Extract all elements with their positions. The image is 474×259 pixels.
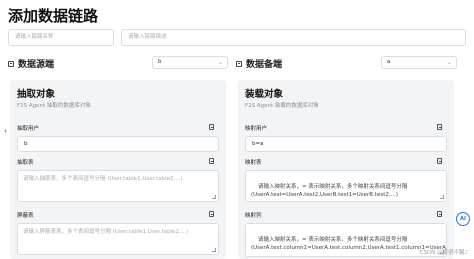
edit-icon[interactable] [209, 124, 214, 130]
map-column-textarea[interactable]: 请输入映射关系，= 表示映射关系，多个映射关系间逗号分隔 (UserA.test… [245, 223, 447, 257]
resize-handle[interactable] [212, 195, 216, 199]
target-panel: 装载对象 F2S Agent 装载的数据库对象 映射用户 b=a 映射表 请输入… [238, 80, 454, 259]
exclude-table-placeholder: 请输入屏蔽表表，多个表间逗号分隔 (User.table1,User.table… [23, 229, 189, 235]
map-table-text: 请输入映射关系，= 表示映射关系，多个映射关系间逗号分隔 (UserA.test… [251, 184, 408, 198]
source-panel: 抽取对象 F2S Agent 抽取的数据库对象 抽取用户 b 抽取表 请输入抽取… [10, 80, 226, 259]
edit-icon[interactable] [437, 124, 442, 130]
exclude-table-label: 屏蔽表 [17, 213, 34, 219]
target-select-value: a [387, 59, 391, 65]
map-column-text: 请输入映射关系，= 表示映射关系，多个映射关系间逗号分隔 (UserA.test… [251, 237, 446, 251]
link-desc-input[interactable]: 请输入链路描述 [121, 29, 466, 46]
extract-table-textarea[interactable]: 请输入抽取表，多个表间逗号分隔 (User.table1,User.table2… [17, 170, 219, 202]
source-select-value: b [158, 59, 162, 65]
source-panel-title: 抽取对象 [17, 89, 56, 100]
target-heading: 数据备端 [246, 60, 283, 70]
target-panel-subtitle: F2S Agent 装载的数据库对象 [245, 103, 319, 109]
edit-icon[interactable] [209, 158, 214, 164]
extract-user-label: 抽取用户 [17, 126, 40, 132]
exclude-table-textarea[interactable]: 请输入屏蔽表表，多个表间逗号分隔 (User.table1,User.table… [17, 223, 219, 255]
extract-user-input[interactable]: b [17, 136, 219, 152]
edit-icon[interactable] [437, 158, 442, 164]
square-icon [236, 60, 242, 67]
chevron-down-icon: ⌄ [217, 59, 223, 66]
source-heading: 数据源端 [18, 60, 55, 70]
source-select[interactable]: b ⌄ [152, 56, 228, 69]
resize-handle[interactable] [440, 195, 444, 199]
extract-table-label: 抽取表 [17, 160, 34, 166]
link-name-input[interactable]: 请输入链路名称 [8, 29, 114, 46]
source-section-header: 数据源端 [8, 57, 54, 70]
watermark: CSDN @雾很不醒♪ [419, 250, 468, 256]
extract-table-placeholder: 请输入抽取表，多个表间逗号分隔 (User.table1,User.table2… [23, 176, 183, 182]
chevron-down-icon: ⌄ [446, 59, 452, 66]
source-panel-subtitle: F2S Agent 抽取的数据库对象 [17, 103, 91, 109]
target-section-header: 数据备端 [236, 57, 282, 70]
map-user-label: 映射用户 [245, 126, 268, 132]
target-select[interactable]: a ⌄ [381, 56, 457, 69]
page-title: 添加数据链路 [8, 7, 99, 25]
chevron-left-icon[interactable]: ‹ [4, 127, 7, 135]
square-icon [8, 60, 14, 67]
map-table-textarea[interactable]: 请输入映射关系，= 表示映射关系，多个映射关系间逗号分隔 (UserA.test… [245, 170, 447, 202]
map-table-label: 映射表 [245, 160, 262, 166]
resize-handle[interactable] [212, 248, 216, 252]
edit-icon[interactable] [209, 211, 214, 217]
map-column-label: 映射列 [245, 213, 262, 219]
target-panel-title: 装载对象 [245, 89, 284, 100]
map-user-input[interactable]: b=a [245, 136, 447, 152]
ai-assistant-button[interactable]: AI [456, 212, 470, 226]
edit-icon[interactable] [437, 211, 442, 217]
